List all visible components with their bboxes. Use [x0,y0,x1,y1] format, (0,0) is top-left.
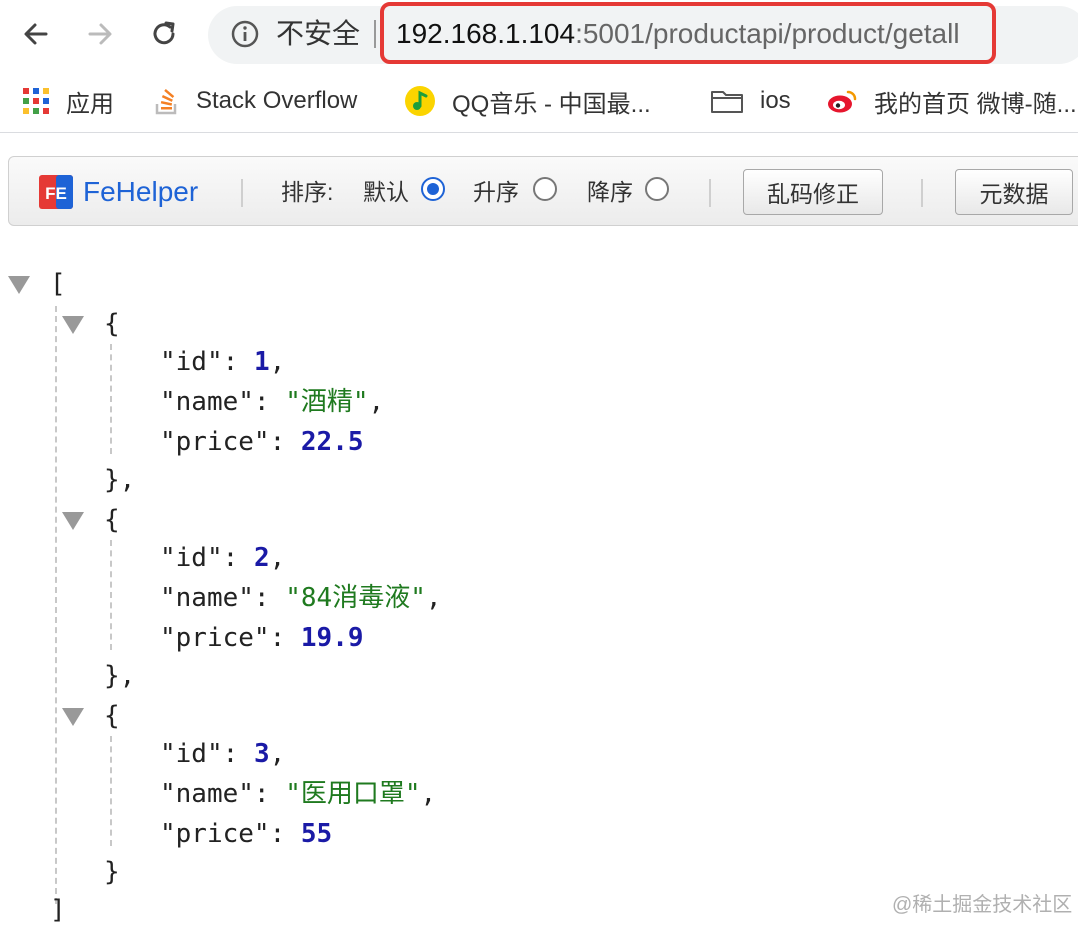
json-key: "price" [160,427,270,457]
fehelper-toolbar: FE FeHelper 排序: 默认 升序 降序 乱码修正 元数据 [8,156,1078,226]
bookmark-qq-music[interactable]: QQ音乐 - 中国最... [404,82,651,120]
json-row-id: "id": 3, [160,739,286,769]
json-object-open: { [104,701,120,731]
fehelper-brand: FeHelper [83,176,199,207]
sort-default-radio[interactable] [421,177,445,201]
back-arrow-icon [24,23,48,45]
json-object-open: { [104,309,120,339]
toolbar-divider [921,179,923,207]
json-key: "name" [160,583,254,613]
bookmark-folder-ios[interactable]: ios [710,82,791,120]
json-row-price: "price": 22.5 [160,427,364,457]
security-status-label: 不安全 [276,18,361,49]
bookmark-label: Stack Overflow [196,87,358,114]
indent-guide [110,736,112,846]
qq-music-icon [405,86,435,116]
fix-encoding-button[interactable]: 乱码修正 [743,169,883,215]
fehelper-logo-text: FE [45,184,67,203]
json-value-string: "84消毒液" [285,583,426,613]
collapse-toggle-icon[interactable] [62,512,84,530]
json-key: "id" [160,739,223,769]
json-value-number: 55 [300,819,333,849]
folder-icon [711,91,743,113]
json-value-number: 19.9 [300,623,364,653]
info-icon[interactable] [230,19,260,49]
url-path: :5001/productapi/product/getall [575,18,960,49]
json-viewer: [ { "id": 1, "name": "酒精", "price": 22.5… [0,236,1078,936]
json-value-number: 3 [253,739,270,769]
bookmark-stackoverflow[interactable]: Stack Overflow [154,82,357,120]
bookmark-weibo[interactable]: 我的首页 微博-随... [826,82,1077,120]
json-row-price: "price": 55 [160,819,333,849]
collapse-toggle-icon[interactable] [8,276,30,294]
json-key: "id" [160,543,223,573]
browser-toolbar: 不安全 192.168.1.104:5001/productapi/produc… [0,0,1078,70]
json-object-close: } [104,857,120,887]
bookmarks-bar: 应用 Stack Overflow QQ音乐 - 中国最... ios 我的首页… [0,70,1078,133]
bookmark-apps[interactable]: 应用 [22,82,114,120]
bookmark-label: QQ音乐 - 中国最... [452,90,651,118]
json-row-name: "name": "医用口罩", [160,779,437,809]
url-host: 192.168.1.104 [396,18,576,49]
json-key: "name" [160,387,254,417]
json-object-close: }, [104,465,136,495]
collapse-toggle-icon[interactable] [62,316,84,334]
reload-button[interactable] [142,12,186,56]
json-object-open: { [104,505,120,535]
stackoverflow-icon [155,89,177,115]
fehelper-logo-icon: FE [39,175,73,209]
indent-guide [55,306,57,904]
sort-option-default-label: 默认 [363,179,409,205]
json-row-name: "name": "84消毒液", [160,583,442,613]
bookmark-label: ios [760,87,791,114]
collapse-toggle-icon[interactable] [62,708,84,726]
json-value-string: "酒精" [285,387,369,417]
omnibox-divider [374,20,376,48]
json-close-bracket: ] [50,895,66,925]
weibo-icon [828,90,857,113]
sort-desc-radio[interactable] [645,177,669,201]
json-row-name: "name": "酒精", [160,387,385,417]
metadata-button[interactable]: 元数据 [955,169,1073,215]
indent-guide [110,540,112,650]
sort-asc-radio[interactable] [533,177,557,201]
json-key: "price" [160,819,270,849]
sort-option-asc-label: 升序 [473,179,519,205]
json-row-price: "price": 19.9 [160,623,364,653]
json-key: "name" [160,779,254,809]
apps-grid-icon [23,88,49,114]
bookmark-label: 应用 [66,90,114,118]
bookmark-label: 我的首页 微博-随... [874,90,1077,118]
back-button[interactable] [14,12,58,56]
json-value-number: 2 [253,543,270,573]
json-open-bracket: [ [50,269,66,299]
json-key: "id" [160,347,223,377]
indent-guide [110,344,112,454]
json-object-close: }, [104,661,136,691]
toolbar-divider [709,179,711,207]
forward-arrow-icon [88,23,112,45]
forward-button[interactable] [78,12,122,56]
json-key: "price" [160,623,270,653]
json-value-number: 22.5 [300,427,364,457]
json-value-string: "医用口罩" [285,779,421,809]
sort-label: 排序: [281,179,334,205]
toolbar-divider [241,179,243,207]
watermark: @稀土掘金技术社区 [892,894,1073,916]
json-row-id: "id": 1, [160,347,286,377]
url-text[interactable]: 192.168.1.104:5001/productapi/product/ge… [396,14,960,54]
reload-icon [153,21,175,45]
json-value-number: 1 [253,347,270,377]
sort-option-desc-label: 降序 [587,179,633,205]
json-row-id: "id": 2, [160,543,286,573]
